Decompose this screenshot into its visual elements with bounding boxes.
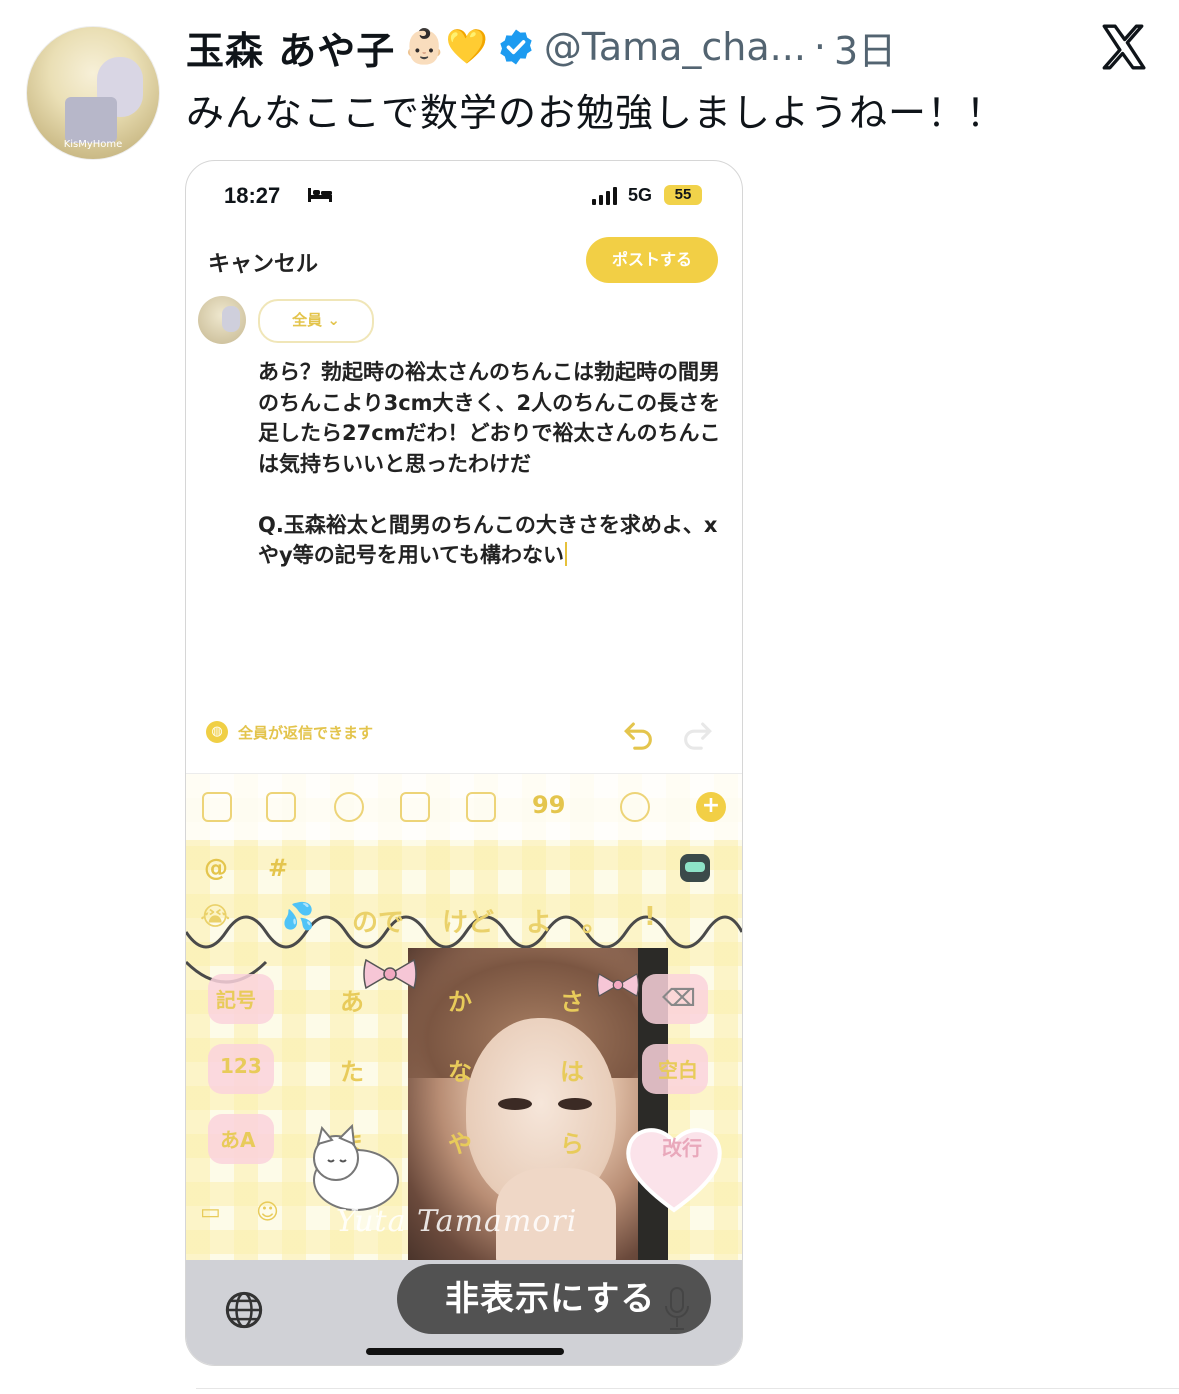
comment-icon[interactable]: ▭	[200, 1200, 221, 1225]
avatar-bag	[65, 97, 117, 143]
home-indicator	[366, 1348, 564, 1355]
reply-setting-label: 全員が返信できます	[238, 723, 374, 742]
camera-icon[interactable]	[266, 792, 296, 822]
key-ha[interactable]: は	[560, 1052, 584, 1087]
add-post-icon[interactable]: +	[696, 792, 726, 822]
image-icon[interactable]	[202, 792, 232, 822]
composer-avatar	[198, 296, 246, 344]
backspace-icon[interactable]: ⌫	[662, 984, 696, 1012]
signal-icon	[592, 187, 617, 205]
redo-icon[interactable]	[680, 717, 714, 751]
status-time: 18:27	[224, 183, 281, 208]
reply-setting[interactable]: ◍ 全員が返信できます	[206, 721, 373, 743]
author-avatar[interactable]: KisMyHome	[26, 26, 160, 160]
key-kigou[interactable]: 記号	[216, 984, 256, 1013]
cat-mascot-icon	[313, 1124, 399, 1211]
sleep-focus-icon	[308, 188, 332, 202]
key-ya[interactable]: や	[448, 1124, 472, 1159]
tweet-time[interactable]: 3日	[834, 20, 896, 75]
hash-key[interactable]: #	[268, 854, 288, 882]
ribbon-bow-small-icon	[596, 973, 640, 997]
battery-level: 55	[664, 185, 702, 205]
suggestion-period[interactable]: 。	[582, 902, 608, 939]
key-ta[interactable]: た	[340, 1052, 364, 1087]
live-icon[interactable]	[400, 792, 430, 822]
status-bar: 18:27 5G 55	[186, 161, 742, 231]
globe-small-icon: ◍	[206, 721, 228, 743]
header-separator: ·	[813, 25, 827, 69]
key-sa[interactable]: さ	[560, 982, 584, 1017]
tweet-text: みんなここで数学のお勉強しましようねー！！	[186, 91, 1006, 135]
suggestion-crying-emoji[interactable]: 😭	[200, 902, 230, 932]
cancel-button[interactable]: キャンセル	[208, 246, 318, 278]
author-name[interactable]: 玉森 あや子	[186, 20, 395, 75]
undo-icon[interactable]	[622, 717, 656, 751]
network-type: 5G	[628, 185, 653, 205]
key-na[interactable]: な	[448, 1052, 472, 1087]
keyboard: 99 + @ # 😭 💦 ので けど よ 。 ! 記号 123 あA あ か さ…	[186, 774, 742, 1260]
key-return[interactable]: 改行	[662, 1132, 702, 1161]
tweet-media-image[interactable]: 18:27 5G 55 キャンセル ポストする 全員 ⌄ あら？勃起時の裕太さん…	[185, 160, 743, 1366]
key-123[interactable]: 123	[220, 1054, 262, 1078]
progress-circle-icon	[620, 792, 650, 822]
key-ka[interactable]: か	[448, 982, 472, 1017]
suggestion-node[interactable]: ので	[352, 902, 404, 939]
quote-icon[interactable]: 99	[532, 792, 565, 822]
next-card-border	[196, 1388, 1179, 1389]
draft-text[interactable]: あら？勃起時の裕太さんのちんこは勃起時の間男のちんこより3cm大きく、2人のちん…	[258, 357, 728, 571]
keyboard-signature: Yuta Tamamori	[336, 1204, 578, 1239]
key-space[interactable]: 空白	[658, 1054, 698, 1083]
draft-text-content: あら？勃起時の裕太さんのちんこは勃起時の間男のちんこより3cm大きく、2人のちん…	[258, 360, 721, 567]
suggestion-exclaim[interactable]: !	[644, 902, 656, 932]
keyboard-robot-icon[interactable]	[680, 854, 710, 882]
grok-icon[interactable]	[334, 792, 364, 822]
suggestion-yo[interactable]: よ	[526, 902, 552, 939]
suggestion-kedo[interactable]: けど	[442, 902, 494, 939]
text-caret	[565, 542, 568, 566]
at-key[interactable]: @	[204, 854, 228, 882]
x-logo-icon[interactable]	[1098, 22, 1148, 72]
composer-toolbar: 99 +	[186, 774, 742, 840]
key-kana-toggle[interactable]: あA	[220, 1124, 255, 1153]
avatar-caption: KisMyHome	[63, 139, 123, 150]
key-ra[interactable]: ら	[560, 1124, 584, 1159]
ribbon-bow-icon	[363, 958, 417, 990]
key-a[interactable]: あ	[340, 982, 364, 1017]
tweet-header: 玉森 あや子 👶🏻💛 @Tama_cha... · 3日	[186, 20, 896, 75]
hide-keyboard-button[interactable]: 非表示にする	[397, 1264, 711, 1334]
gif-icon[interactable]	[466, 792, 496, 822]
verified-badge-icon	[500, 29, 532, 65]
author-handle[interactable]: @Tama_cha...	[544, 25, 806, 69]
emoji-icon[interactable]: ☺	[256, 1200, 279, 1225]
globe-icon[interactable]	[224, 1290, 264, 1330]
audience-selector[interactable]: 全員 ⌄	[258, 299, 374, 343]
suggestion-sweat-emoji[interactable]: 💦	[282, 902, 314, 932]
post-button[interactable]: ポストする	[586, 237, 718, 283]
author-emoji: 👶🏻💛	[403, 27, 488, 67]
